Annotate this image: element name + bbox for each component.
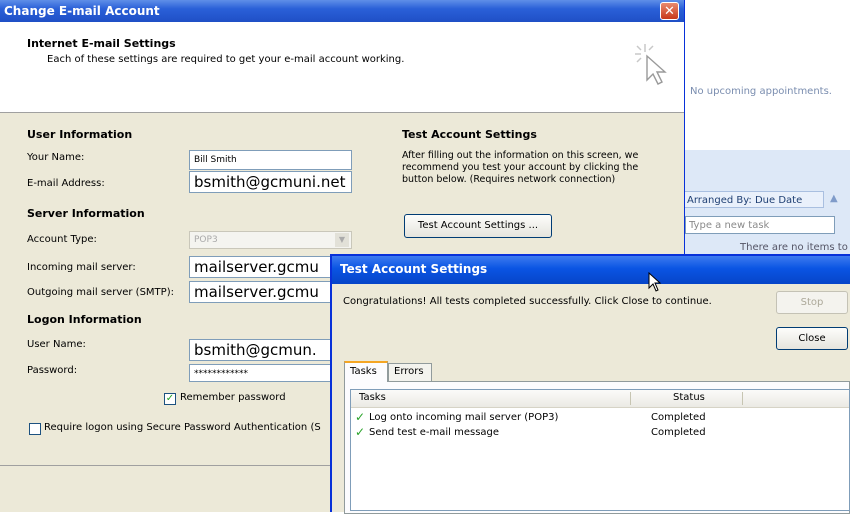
chevron-down-icon: ▼ (335, 233, 349, 247)
sort-arrow-icon[interactable]: ▲ (830, 193, 838, 204)
username-label: User Name: (27, 339, 86, 350)
task-status: Completed (651, 412, 706, 423)
task-name: Log onto incoming mail server (POP3) (369, 412, 559, 423)
test-settings-heading: Test Account Settings (402, 128, 537, 141)
header-subtitle: Each of these settings are required to g… (47, 54, 405, 65)
test-account-settings-button[interactable]: Test Account Settings ... (404, 214, 552, 238)
test-settings-description: After filling out the information on thi… (402, 150, 639, 185)
checkmark-icon: ✓ (355, 425, 366, 439)
password-label: Password: (27, 365, 78, 376)
logon-info-heading: Logon Information (27, 313, 142, 326)
incoming-label: Incoming mail server: (27, 262, 136, 273)
tasks-list: Tasks Status ✓ Log onto incoming mail se… (350, 389, 850, 511)
success-message: Congratulations! All tests completed suc… (343, 296, 712, 307)
close-icon[interactable]: ✕ (660, 2, 679, 20)
remember-password-checkbox[interactable]: ✓ (164, 393, 176, 405)
user-info-heading: User Information (27, 128, 133, 141)
outgoing-server-field[interactable]: mailserver.gcmu (189, 281, 352, 303)
spa-checkbox[interactable] (29, 423, 41, 435)
no-appointments-text: No upcoming appointments. (690, 86, 832, 97)
close-button[interactable]: Close (776, 327, 848, 350)
account-type-select: POP3 ▼ (189, 231, 352, 249)
email-label: E-mail Address: (27, 178, 105, 189)
checkmark-icon: ✓ (355, 410, 366, 424)
test-account-settings-dialog: Test Account Settings Congratulations! A… (330, 254, 850, 514)
task-name: Send test e-mail message (369, 427, 500, 438)
incoming-server-field[interactable]: mailserver.gcmu (189, 256, 352, 278)
test-dialog-titlebar[interactable]: Test Account Settings (332, 256, 850, 292)
header-title: Internet E-mail Settings (27, 37, 176, 50)
arranged-by-header[interactable]: Arranged By: Due Date (684, 191, 824, 208)
column-divider[interactable] (630, 392, 631, 405)
account-type-label: Account Type: (27, 234, 97, 245)
server-info-heading: Server Information (27, 207, 145, 220)
test-dialog-title: Test Account Settings (340, 262, 488, 276)
task-status: Completed (651, 427, 706, 438)
stop-button[interactable]: Stop (776, 291, 848, 314)
calendar-area (680, 0, 850, 150)
header-band (0, 22, 684, 113)
tab-errors[interactable]: Errors (388, 363, 432, 381)
tasks-column-header[interactable]: Tasks (359, 392, 386, 403)
dialog-titlebar[interactable]: Change E-mail Account ✕ (0, 0, 684, 22)
table-row[interactable]: ✓ Send test e-mail message Completed (351, 425, 849, 441)
name-label: Your Name: (27, 152, 85, 163)
spa-label: Require logon using Secure Password Auth… (44, 422, 321, 433)
mouse-cursor-icon (648, 272, 662, 292)
status-column-header[interactable]: Status (673, 392, 705, 403)
dialog-title: Change E-mail Account (4, 4, 160, 18)
list-header: Tasks Status (351, 390, 849, 408)
wizard-cursor-icon (635, 44, 667, 85)
username-field[interactable]: bsmith@gcmun. (189, 339, 352, 361)
outgoing-label: Outgoing mail server (SMTP): (27, 287, 174, 298)
password-field[interactable]: ************ (189, 364, 352, 382)
account-type-value: POP3 (194, 235, 218, 245)
table-row[interactable]: ✓ Log onto incoming mail server (POP3) C… (351, 410, 849, 426)
remember-password-label: Remember password (180, 392, 286, 403)
name-field[interactable]: Bill Smith (189, 150, 352, 170)
new-task-input[interactable]: Type a new task (685, 216, 835, 234)
tab-tasks[interactable]: Tasks (344, 361, 388, 382)
column-divider[interactable] (742, 392, 743, 405)
no-items-text: There are no items to (740, 242, 848, 253)
email-field[interactable]: bsmith@gcmuni.net (189, 171, 352, 193)
